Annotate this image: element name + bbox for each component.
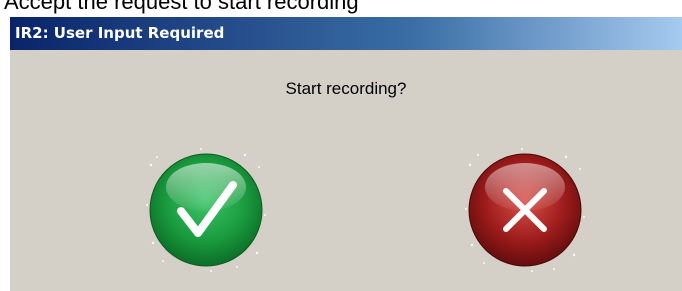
cancel-button[interactable]: [460, 145, 590, 275]
user-input-dialog: IR2: User Input Required Start recording…: [9, 17, 682, 291]
checkmark-icon: [146, 148, 266, 272]
screenshot: Accept the request to start recording IR…: [0, 0, 682, 291]
x-icon: [465, 148, 585, 272]
instruction-caption: Accept the request to start recording: [4, 0, 359, 14]
title-bar[interactable]: IR2: User Input Required: [10, 17, 682, 50]
dialog-title: IR2: User Input Required: [15, 24, 225, 42]
prompt-text: Start recording?: [285, 79, 407, 98]
accept-button[interactable]: [141, 145, 271, 275]
